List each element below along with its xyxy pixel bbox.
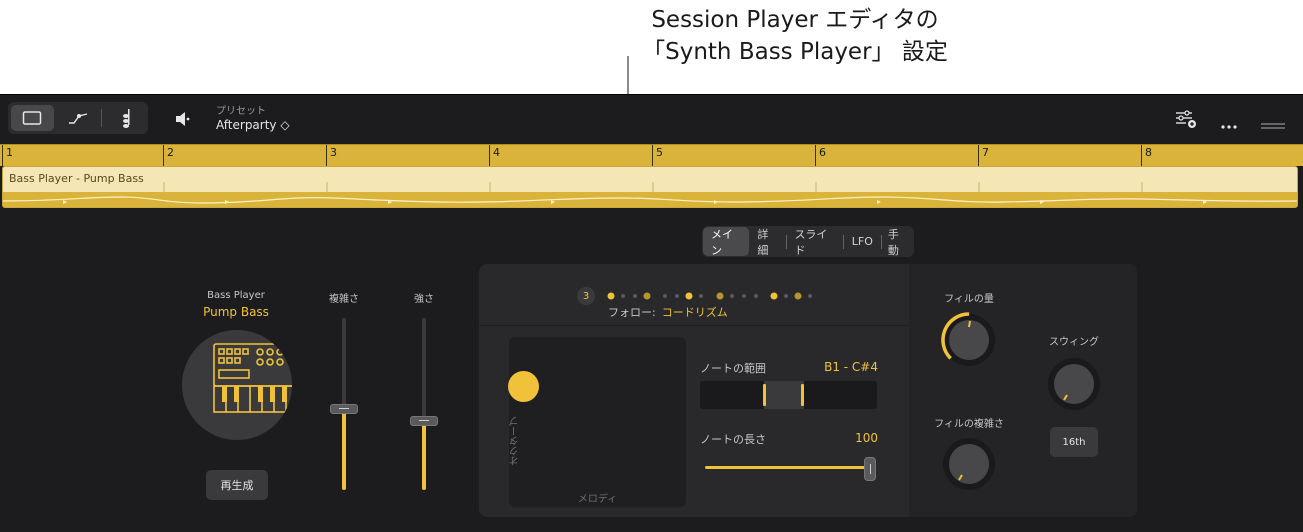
swing-label: スウィング: [1049, 337, 1099, 348]
note-length-label: ノートの長さ: [700, 433, 766, 446]
annotation-callout: Session Player エディタの 「Synth Bass Player」…: [560, 4, 1030, 68]
intensity-label: 強さ: [414, 294, 434, 305]
note-length-slider[interactable]: [705, 466, 870, 469]
player-type-label: Bass Player: [207, 290, 265, 301]
complexity-slider-fill: [342, 409, 346, 490]
note-range-selection: [764, 381, 804, 409]
complexity-slider-thumb[interactable]: [330, 404, 358, 414]
fill-complexity-knob[interactable]: [939, 434, 999, 498]
complexity-label: 複雑さ: [329, 294, 359, 305]
follow-label: フォロー:: [608, 306, 656, 319]
rhythm-pattern-dots[interactable]: [602, 290, 817, 302]
note-range-high-handle[interactable]: [801, 384, 804, 406]
fill-amount-knob[interactable]: [939, 310, 999, 374]
pattern-number-badge[interactable]: 3: [577, 287, 595, 305]
xy-pad-x-label: メロディ: [577, 494, 618, 505]
fill-amount-label: フィルの量: [944, 294, 994, 305]
synthesizer-icon: [213, 343, 292, 413]
annotation-line-1: Session Player エディタの: [651, 7, 939, 33]
note-length-value: 100: [855, 431, 878, 445]
knob-icon: [941, 312, 995, 366]
player-name[interactable]: Pump Bass: [180, 305, 292, 319]
xy-pad-y-label: オクターブ: [510, 416, 521, 466]
complexity-slider[interactable]: [330, 318, 358, 490]
regenerate-button[interactable]: 再生成: [206, 470, 268, 500]
swing-resolution-button[interactable]: 16th: [1050, 427, 1098, 457]
xy-pad-puck[interactable]: [508, 371, 539, 402]
swing-knob[interactable]: [1044, 354, 1104, 418]
intensity-slider[interactable]: [410, 318, 438, 490]
follow-setting[interactable]: フォロー: コードリズム: [608, 304, 728, 320]
follow-value: コードリズム: [661, 306, 728, 319]
player-avatar[interactable]: [182, 330, 292, 440]
annotation-line-2: 「Synth Bass Player」 設定: [642, 39, 948, 65]
intensity-slider-thumb[interactable]: [410, 416, 438, 426]
fill-complexity-label: フィルの複雑さ: [934, 419, 1004, 430]
note-range-value: B1 - C#4: [824, 360, 878, 374]
intensity-slider-fill: [422, 421, 426, 490]
note-length-slider-thumb[interactable]: [864, 457, 876, 481]
note-range-label: ノートの範囲: [700, 362, 766, 375]
note-range-low-handle[interactable]: [763, 384, 766, 406]
xy-pad[interactable]: [509, 337, 686, 507]
knob-icon: [943, 438, 995, 490]
editor-content: Bass Player Pump Bass 再生成 複雑さ 強さ 3 フォロー:…: [0, 94, 1303, 532]
panel-divider: [479, 325, 909, 326]
knob-icon: [1048, 358, 1100, 410]
